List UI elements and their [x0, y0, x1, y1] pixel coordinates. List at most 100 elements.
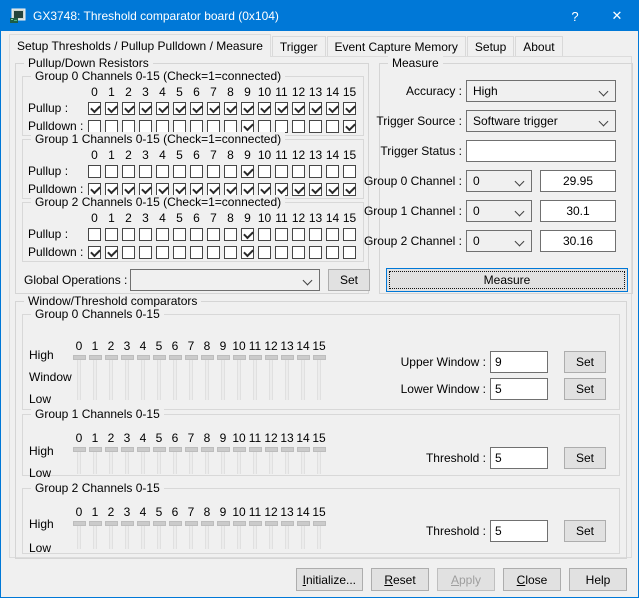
g2-pullup-ch13-checkbox[interactable] [309, 227, 322, 241]
global-operations-select[interactable] [130, 269, 320, 291]
g1-pulldown-ch6-checkbox[interactable] [190, 182, 203, 196]
g0-pullup-ch14-checkbox[interactable] [326, 101, 339, 115]
g2-pulldown-ch7-checkbox[interactable] [207, 245, 220, 259]
group-0-reading-field[interactable] [540, 170, 616, 192]
g2-ch14-slider[interactable] [295, 521, 311, 549]
g1-pulldown-ch13-checkbox[interactable] [309, 182, 322, 196]
g0-ch7-slider[interactable] [183, 355, 199, 400]
g2-pullup-ch15-checkbox[interactable] [343, 227, 356, 241]
g1-pullup-ch6-checkbox[interactable] [190, 164, 203, 178]
g1-ch9-slider[interactable] [215, 447, 231, 474]
g2-ch9-slider[interactable] [215, 521, 231, 549]
g2-pullup-ch12-checkbox[interactable] [292, 227, 305, 241]
g0-ch11-slider[interactable] [247, 355, 263, 400]
g0-pullup-ch15-checkbox[interactable] [343, 101, 356, 115]
g0-ch10-slider[interactable] [231, 355, 247, 400]
g0-pullup-ch1-checkbox[interactable] [105, 101, 118, 115]
g0-ch12-slider[interactable] [263, 355, 279, 400]
g1-pulldown-ch2-checkbox[interactable] [122, 182, 135, 196]
g0-pulldown-ch1-checkbox[interactable] [105, 119, 118, 133]
g1-pulldown-ch14-checkbox[interactable] [326, 182, 339, 196]
g0-upper-window-set-button[interactable]: Set [564, 351, 606, 373]
g2-pulldown-ch14-checkbox[interactable] [326, 245, 339, 259]
g1-pulldown-ch10-checkbox[interactable] [258, 182, 271, 196]
help-button[interactable]: Help [569, 568, 627, 591]
initialize-button[interactable]: Initialize... [295, 568, 363, 591]
g0-pullup-ch11-checkbox[interactable] [275, 101, 288, 115]
g2-ch5-slider[interactable] [151, 521, 167, 549]
g0-ch1-slider[interactable] [87, 355, 103, 400]
apply-button[interactable]: Apply [437, 568, 495, 591]
g2-pulldown-ch3-checkbox[interactable] [139, 245, 152, 259]
g2-ch4-slider[interactable] [135, 521, 151, 549]
g2-pulldown-ch13-checkbox[interactable] [309, 245, 322, 259]
g2-pulldown-ch0-checkbox[interactable] [88, 245, 101, 259]
g0-pullup-ch0-checkbox[interactable] [88, 101, 101, 115]
g0-lower-window-set-button[interactable]: Set [564, 378, 606, 400]
g1-ch15-slider[interactable] [311, 447, 327, 474]
help-button[interactable]: ? [554, 1, 596, 31]
group-2-channel-select[interactable]: 0 [466, 230, 532, 252]
g1-ch5-slider[interactable] [151, 447, 167, 474]
g2-pulldown-ch8-checkbox[interactable] [224, 245, 237, 259]
g0-pulldown-ch14-checkbox[interactable] [326, 119, 339, 133]
g1-pulldown-ch7-checkbox[interactable] [207, 182, 220, 196]
g2-pullup-ch5-checkbox[interactable] [173, 227, 186, 241]
g1-pulldown-ch0-checkbox[interactable] [88, 182, 101, 196]
g1-pulldown-ch5-checkbox[interactable] [173, 182, 186, 196]
g1-pulldown-ch4-checkbox[interactable] [156, 182, 169, 196]
g0-pulldown-ch11-checkbox[interactable] [275, 119, 288, 133]
g2-pulldown-ch15-checkbox[interactable] [343, 245, 356, 259]
g0-ch14-slider[interactable] [295, 355, 311, 400]
g2-pulldown-ch4-checkbox[interactable] [156, 245, 169, 259]
tab-about[interactable]: About [515, 36, 563, 56]
g1-ch1-slider[interactable] [87, 447, 103, 474]
tab-trigger[interactable]: Trigger [271, 36, 326, 56]
g2-ch12-slider[interactable] [263, 521, 279, 549]
g0-pulldown-ch8-checkbox[interactable] [224, 119, 237, 133]
g1-pullup-ch10-checkbox[interactable] [258, 164, 271, 178]
g2-pulldown-ch5-checkbox[interactable] [173, 245, 186, 259]
g1-threshold-set-button[interactable]: Set [564, 447, 606, 469]
g0-pulldown-ch7-checkbox[interactable] [207, 119, 220, 133]
g0-pullup-ch7-checkbox[interactable] [207, 101, 220, 115]
g1-pullup-ch12-checkbox[interactable] [292, 164, 305, 178]
g1-ch2-slider[interactable] [103, 447, 119, 474]
g1-pulldown-ch1-checkbox[interactable] [105, 182, 118, 196]
tab-setup[interactable]: Setup [466, 36, 515, 56]
g1-pullup-ch15-checkbox[interactable] [343, 164, 356, 178]
group-0-channel-select[interactable]: 0 [466, 170, 532, 192]
g0-pullup-ch9-checkbox[interactable] [241, 101, 254, 115]
g2-pullup-ch6-checkbox[interactable] [190, 227, 203, 241]
g0-pulldown-ch2-checkbox[interactable] [122, 119, 135, 133]
g1-pulldown-ch8-checkbox[interactable] [224, 182, 237, 196]
g0-ch9-slider[interactable] [215, 355, 231, 400]
g2-pullup-ch9-checkbox[interactable] [241, 227, 254, 241]
g0-pulldown-ch12-checkbox[interactable] [292, 119, 305, 133]
g1-pullup-ch0-checkbox[interactable] [88, 164, 101, 178]
g2-ch2-slider[interactable] [103, 521, 119, 549]
g1-ch3-slider[interactable] [119, 447, 135, 474]
g1-pullup-ch5-checkbox[interactable] [173, 164, 186, 178]
g2-pulldown-ch6-checkbox[interactable] [190, 245, 203, 259]
g0-pullup-ch12-checkbox[interactable] [292, 101, 305, 115]
measure-button[interactable]: Measure [386, 268, 628, 292]
g1-pullup-ch13-checkbox[interactable] [309, 164, 322, 178]
g2-ch13-slider[interactable] [279, 521, 295, 549]
g1-pullup-ch11-checkbox[interactable] [275, 164, 288, 178]
g0-pulldown-ch4-checkbox[interactable] [156, 119, 169, 133]
g0-ch3-slider[interactable] [119, 355, 135, 400]
g2-ch7-slider[interactable] [183, 521, 199, 549]
g2-pulldown-ch11-checkbox[interactable] [275, 245, 288, 259]
g2-pullup-ch0-checkbox[interactable] [88, 227, 101, 241]
g0-pulldown-ch0-checkbox[interactable] [88, 119, 101, 133]
g0-pullup-ch6-checkbox[interactable] [190, 101, 203, 115]
g0-pulldown-ch5-checkbox[interactable] [173, 119, 186, 133]
g2-ch6-slider[interactable] [167, 521, 183, 549]
g1-ch0-slider[interactable] [71, 447, 87, 474]
g0-ch15-slider[interactable] [311, 355, 327, 400]
g1-pullup-ch7-checkbox[interactable] [207, 164, 220, 178]
g0-pulldown-ch9-checkbox[interactable] [241, 119, 254, 133]
g2-pulldown-ch2-checkbox[interactable] [122, 245, 135, 259]
g2-pulldown-ch10-checkbox[interactable] [258, 245, 271, 259]
